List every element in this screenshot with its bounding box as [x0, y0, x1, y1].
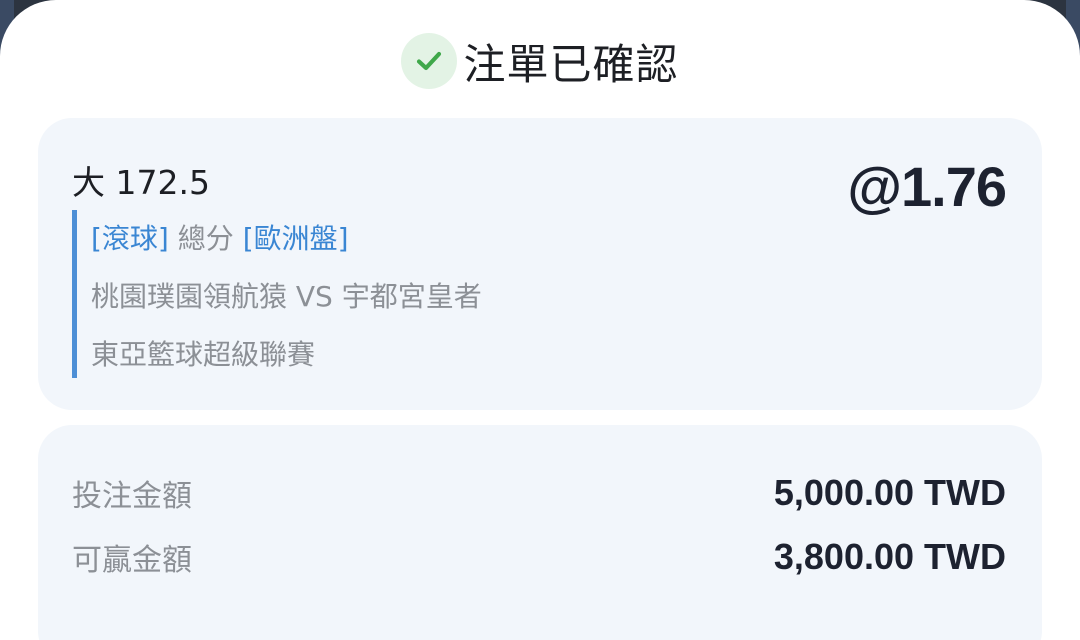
confirmation-header: 注單已確認: [0, 26, 1080, 96]
live-tag: [滾球]: [91, 222, 169, 255]
league-name: 東亞籃球超級聯賽: [91, 338, 316, 371]
stake-value: 5,000.00 TWD: [773, 472, 1006, 513]
market-line: [滾球] 總分 [歐洲盤]: [91, 210, 482, 268]
bet-confirmation-sheet: 注單已確認 大 172.5 @1.76 [滾球] 總分 [歐洲盤] 桃園璞園領航…: [0, 0, 1080, 640]
bet-selection: 大 172.5: [72, 163, 210, 202]
match-name: 桃園璞園領航猿 VS 宇都宮皇者: [91, 280, 482, 313]
bet-detail-block: [滾球] 總分 [歐洲盤] 桃園璞園領航猿 VS 宇都宮皇者 東亞籃球超級聯賽: [72, 210, 482, 378]
odds-type-tag: [歐洲盤]: [242, 222, 349, 255]
potential-win-label: 可贏金額: [72, 543, 192, 578]
bet-detail-card: 大 172.5 @1.76 [滾球] 總分 [歐洲盤] 桃園璞園領航猿 VS 宇…: [38, 118, 1042, 410]
potential-win-value: 3,800.00 TWD: [773, 536, 1006, 577]
market-name: 總分: [177, 222, 234, 255]
stake-label: 投注金額: [72, 479, 192, 514]
potential-win-row: 可贏金額 3,800.00 TWD: [72, 535, 1006, 579]
check-circle-icon: [401, 33, 458, 89]
stake-row: 投注金額 5,000.00 TWD: [72, 471, 1006, 515]
confirmation-title: 注單已確認: [463, 39, 679, 89]
bet-summary-card: 投注金額 5,000.00 TWD 可贏金額 3,800.00 TWD: [38, 425, 1042, 640]
bet-odds: @1.76: [847, 155, 1007, 218]
